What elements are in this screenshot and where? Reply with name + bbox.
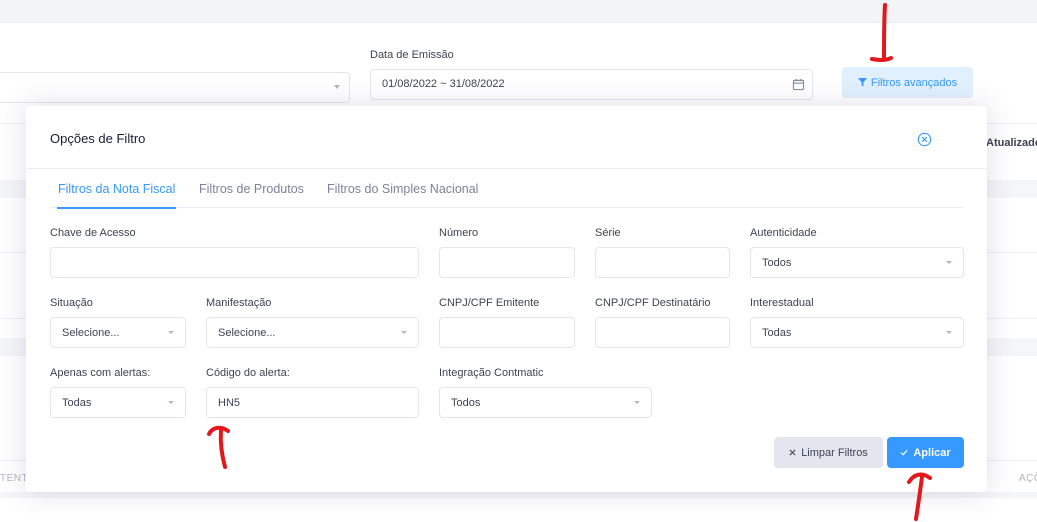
clear-filters-button[interactable]: Limpar Filtros: [774, 437, 883, 468]
manifestacao-label: Manifestação: [206, 297, 272, 309]
autenticidade-label: Autenticidade: [750, 227, 817, 239]
check-icon: [900, 449, 908, 456]
annotation-arrow-down: [870, 3, 893, 62]
interestadual-select[interactable]: Todas: [750, 317, 964, 348]
modal-title: Opções de Filtro: [50, 131, 146, 146]
codigo-alerta-input[interactable]: HN5: [206, 387, 419, 418]
cnpj-emitente-label: CNPJ/CPF Emitente: [439, 297, 540, 309]
situacao-value: Selecione...: [62, 327, 120, 339]
autenticidade-value: Todos: [762, 257, 792, 269]
numero-label: Número: [439, 227, 479, 239]
annotation-arrow-up: [907, 472, 932, 521]
close-icon[interactable]: [917, 132, 932, 147]
serie-label: Série: [595, 227, 621, 239]
apenas-alertas-label: Apenas com alertas:: [50, 367, 151, 379]
interestadual-label: Interestadual: [750, 297, 814, 309]
chave-acesso-label: Chave de Acesso: [50, 227, 136, 239]
chevron-down-icon: [401, 331, 407, 334]
manifestacao-select[interactable]: Selecione...: [206, 317, 419, 348]
clear-filters-label: Limpar Filtros: [801, 446, 868, 459]
interestadual-value: Todas: [762, 327, 792, 339]
autenticidade-select[interactable]: Todos: [750, 247, 964, 278]
column-header-acoes: AÇÕ: [1019, 473, 1037, 484]
background-select[interactable]: [0, 72, 350, 103]
integracao-contmatic-value: Todos: [451, 397, 481, 409]
table-band: [0, 492, 1037, 498]
situacao-select[interactable]: Selecione...: [50, 317, 186, 348]
apply-label: Aplicar: [913, 446, 951, 459]
apenas-alertas-value: Todas: [62, 397, 92, 409]
manifestacao-value: Selecione...: [218, 327, 276, 339]
annotation-arrow-up: [207, 425, 230, 469]
tab-simples-nacional[interactable]: Filtros do Simples Nacional: [327, 182, 478, 196]
advanced-filters-label: Filtros avançados: [870, 76, 958, 89]
date-range-input[interactable]: 01/08/2022 ~ 31/08/2022: [370, 69, 813, 100]
chevron-down-icon: [946, 331, 952, 334]
modal-header: Opções de Filtro: [26, 106, 987, 169]
cnpj-emitente-input[interactable]: [439, 317, 575, 348]
filter-tabs: Filtros da Nota Fiscal Filtros de Produt…: [50, 180, 963, 209]
filter-icon: [857, 78, 867, 87]
filter-options-modal: Opções de Filtro Filtros da Nota Fiscal …: [26, 106, 987, 492]
advanced-filters-button[interactable]: Filtros avançados: [842, 67, 973, 98]
chave-acesso-input[interactable]: [50, 247, 419, 278]
chevron-down-icon: [334, 85, 340, 89]
chevron-down-icon: [168, 401, 174, 404]
cnpj-destinatario-input[interactable]: [595, 317, 730, 348]
integracao-contmatic-label: Integração Contmatic: [439, 367, 544, 379]
cnpj-destinatario-label: CNPJ/CPF Destinatário: [595, 297, 711, 309]
calendar-icon: [792, 78, 805, 91]
integracao-contmatic-select[interactable]: Todos: [439, 387, 652, 418]
numero-input[interactable]: [439, 247, 575, 278]
date-range-value: 01/08/2022 ~ 31/08/2022: [382, 78, 505, 90]
close-icon: [789, 449, 796, 456]
tab-produtos[interactable]: Filtros de Produtos: [199, 182, 304, 196]
column-header-atualizado: Atualizado: [986, 137, 1037, 149]
situacao-label: Situação: [50, 297, 93, 309]
codigo-alerta-value: HN5: [218, 397, 241, 409]
serie-input[interactable]: [595, 247, 730, 278]
tab-nota-fiscal[interactable]: Filtros da Nota Fiscal: [56, 182, 177, 209]
chevron-down-icon: [168, 331, 174, 334]
apply-button[interactable]: Aplicar: [887, 437, 964, 468]
chevron-down-icon: [946, 261, 952, 264]
apenas-alertas-select[interactable]: Todas: [50, 387, 186, 418]
codigo-alerta-label: Código do alerta:: [206, 367, 290, 379]
date-emission-label: Data de Emissão: [370, 49, 454, 61]
chevron-down-icon: [634, 401, 640, 404]
